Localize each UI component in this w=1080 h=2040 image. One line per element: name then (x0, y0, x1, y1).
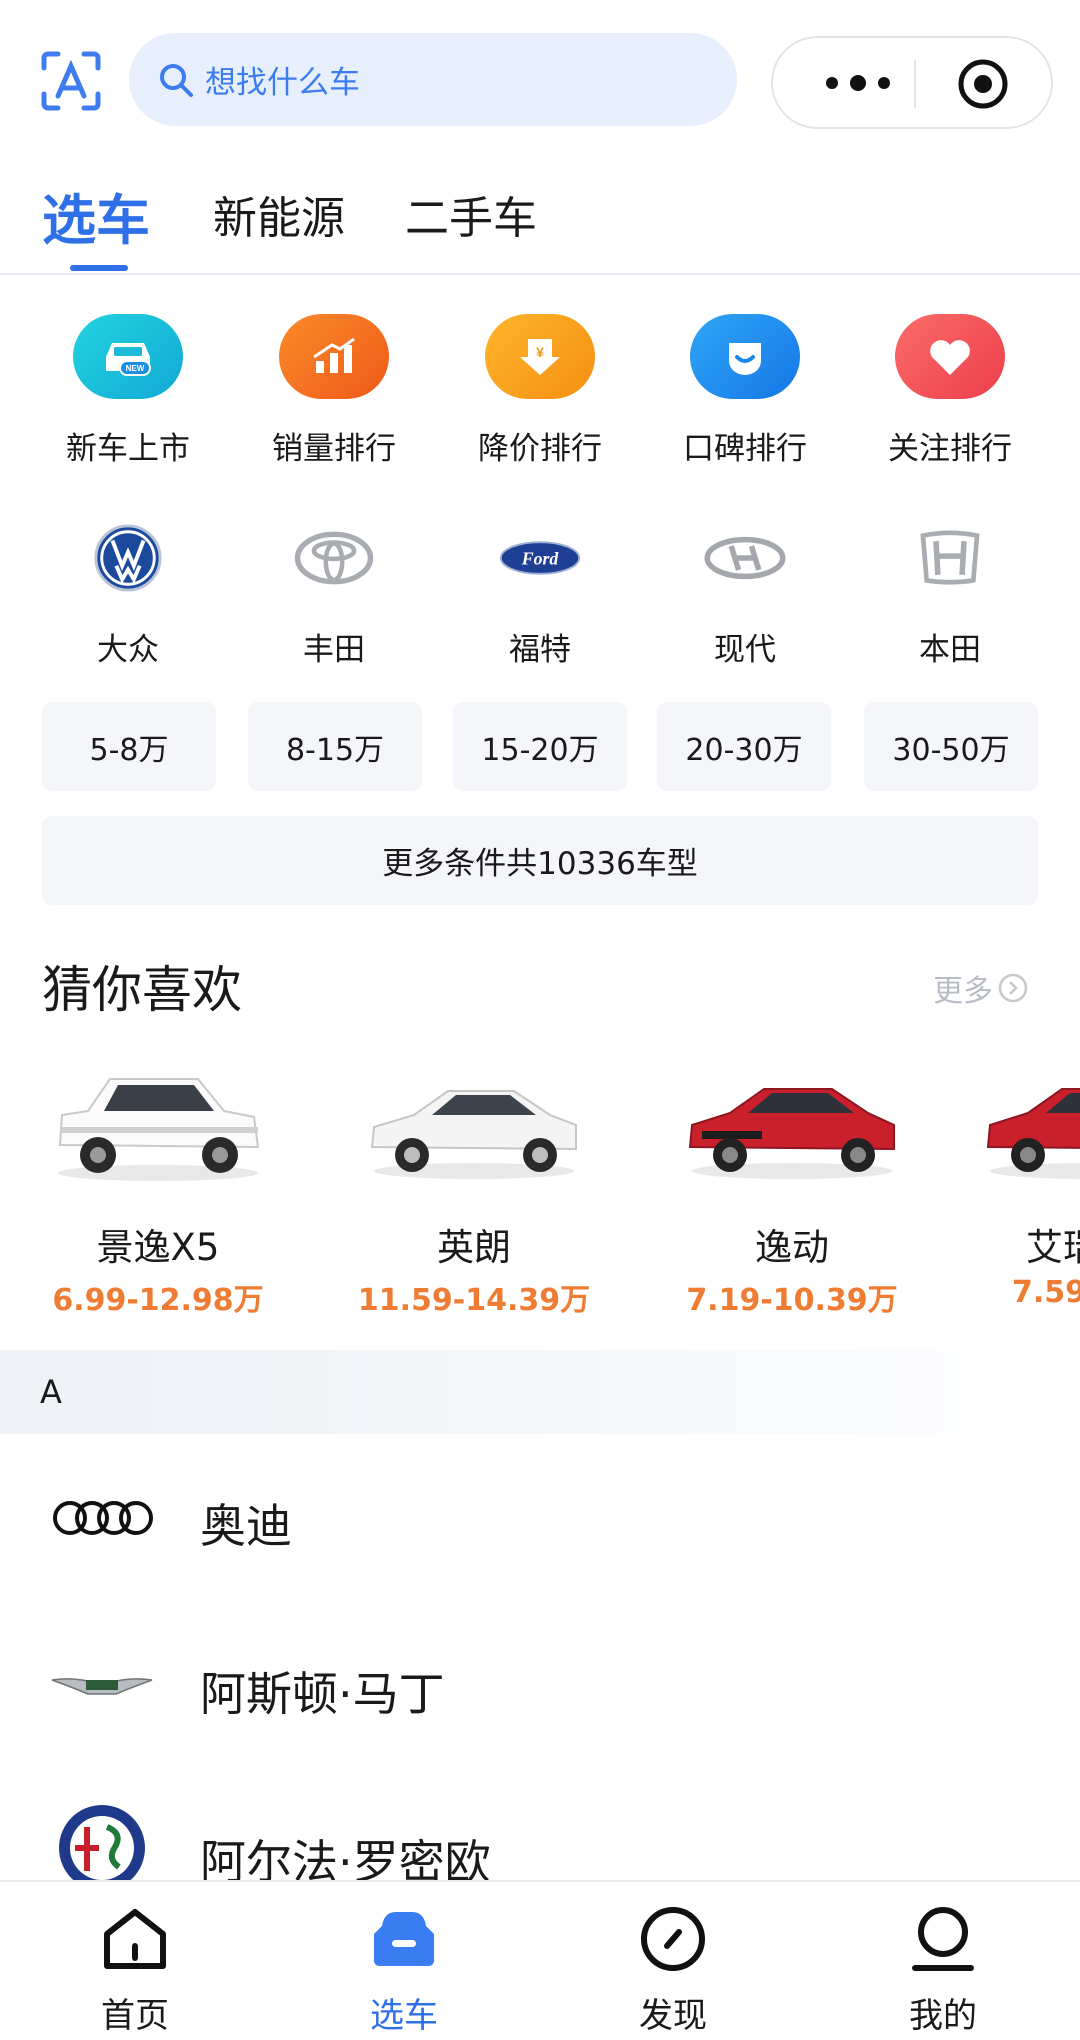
reputation-icon (690, 314, 800, 399)
brand-label: 现代 (714, 632, 776, 668)
brand-honda[interactable]: 本田 (850, 518, 1050, 669)
price-chip[interactable]: 30-50万 (864, 702, 1038, 791)
tab-new-energy[interactable]: 新能源 (213, 182, 345, 246)
price-chip[interactable]: 8-15万 (248, 702, 422, 791)
new-car-icon: NEW (73, 314, 183, 399)
heart-icon (895, 314, 1005, 399)
nav-home[interactable]: 首页 (60, 1904, 210, 2037)
compass-icon (641, 1907, 705, 1971)
quick-entry-price-drop[interactable]: ¥ 降价排行 (440, 314, 640, 468)
car-card[interactable]: 景逸X5 6.99-12.98万 (28, 1055, 288, 1319)
price-chip[interactable]: 20-30万 (657, 702, 831, 791)
car-select-icon (374, 1912, 434, 1966)
quick-entry-new-car[interactable]: NEW 新车上市 (28, 314, 228, 468)
brand-label: 大众 (97, 632, 159, 668)
car-name: 逸动 (755, 1226, 829, 1269)
svg-text:Ford: Ford (521, 549, 560, 569)
car-card[interactable]: 艾瑞 7.59- (980, 1055, 1080, 1310)
brand-name: 奥迪 (200, 1499, 292, 1553)
quick-entry-label: 新车上市 (66, 431, 190, 467)
scan-icon[interactable] (40, 50, 102, 112)
category-tabs: 选车 新能源 二手车 (0, 160, 1080, 275)
top-bar: 想找什么车 (0, 0, 1080, 160)
search-icon (160, 63, 193, 97)
car-name: 景逸X5 (96, 1226, 220, 1269)
svg-text:NEW: NEW (126, 364, 145, 373)
car-card[interactable]: 英朗 11.59-14.39万 (344, 1055, 604, 1319)
brand-list-item[interactable]: 阿尔法·罗密欧 (0, 1770, 1080, 1880)
price-chip[interactable]: 5-8万 (42, 702, 216, 791)
profile-icon (912, 1907, 974, 1971)
quick-entry-label: 降价排行 (478, 431, 602, 467)
car-name: 英朗 (437, 1226, 511, 1269)
tab-active-indicator (70, 265, 128, 271)
car-card[interactable]: 逸动 7.19-10.39万 (662, 1055, 922, 1319)
honda-logo (895, 518, 1005, 598)
quick-entry-label: 口碑排行 (683, 431, 807, 467)
nav-select-car[interactable]: 选车 (329, 1904, 479, 2037)
search-placeholder: 想找什么车 (205, 65, 360, 101)
car-image (58, 1078, 260, 1181)
mini-program-capsule (771, 36, 1053, 129)
brand-volkswagen[interactable]: 大众 (28, 518, 228, 669)
toyota-logo (279, 518, 389, 598)
aston-martin-logo (50, 1646, 154, 1726)
svg-text:¥: ¥ (536, 344, 544, 360)
brand-ford[interactable]: Ford 福特 (440, 518, 640, 669)
bottom-navigation: 首页 选车 发现 我的 (0, 1880, 1080, 2040)
tab-select-car[interactable]: 选车 (42, 176, 150, 255)
car-price: 7.19-10.39万 (686, 1283, 898, 1318)
nav-profile[interactable]: 我的 (868, 1904, 1018, 2037)
close-program-icon[interactable] (957, 58, 1009, 110)
brand-label: 福特 (509, 632, 571, 668)
brand-hyundai[interactable]: 现代 (645, 518, 845, 669)
section-title: 猜你喜欢 (42, 961, 242, 1019)
tab-used-car[interactable]: 二手车 (405, 182, 537, 246)
car-image (370, 1090, 577, 1179)
car-name: 艾瑞 (1026, 1226, 1080, 1269)
nav-discover[interactable]: 发现 (598, 1904, 748, 2037)
quick-entry-follow-rank[interactable]: 关注排行 (850, 314, 1050, 468)
quick-entry-sales-rank[interactable]: 销量排行 (234, 314, 434, 468)
price-chip[interactable]: 15-20万 (453, 702, 627, 791)
more-link[interactable]: 更多 (933, 966, 1029, 1010)
brand-list-item[interactable]: 阿斯顿·马丁 (0, 1602, 1080, 1770)
brand-label: 本田 (919, 632, 981, 668)
car-price: 11.59-14.39万 (357, 1283, 591, 1318)
quick-entry-label: 关注排行 (888, 431, 1012, 467)
nav-label: 我的 (909, 1996, 977, 2036)
nav-label: 首页 (101, 1996, 169, 2036)
brand-label: 丰田 (303, 632, 365, 668)
brand-name: 阿尔法·罗密欧 (200, 1835, 491, 1880)
audi-logo (50, 1478, 154, 1558)
home-icon (104, 1909, 166, 1969)
quick-entry-label: 销量排行 (272, 431, 396, 467)
alfa-romeo-logo (50, 1805, 154, 1880)
ford-logo: Ford (485, 518, 595, 598)
search-input[interactable]: 想找什么车 (129, 33, 737, 126)
more-conditions-button[interactable]: 更多条件共10336车型 (42, 816, 1038, 905)
chevron-right-circle-icon (998, 973, 1028, 1003)
brand-toyota[interactable]: 丰田 (234, 518, 434, 669)
brand-name: 阿斯顿·马丁 (200, 1667, 445, 1721)
hyundai-logo (690, 518, 800, 598)
capsule-divider (914, 60, 916, 108)
car-price: 6.99-12.98万 (52, 1283, 264, 1318)
quick-entry-reputation[interactable]: 口碑排行 (645, 314, 845, 468)
brand-list-item[interactable]: 奥迪 (0, 1434, 1080, 1602)
more-label: 更多 (933, 974, 993, 1009)
letter-index-header: A (0, 1350, 1080, 1434)
car-image (688, 1088, 895, 1179)
nav-label: 发现 (639, 1996, 707, 2036)
car-image (986, 1088, 1080, 1179)
sales-chart-icon (279, 314, 389, 399)
more-menu-icon[interactable] (813, 68, 903, 98)
price-down-icon: ¥ (485, 314, 595, 399)
nav-label: 选车 (370, 1996, 438, 2036)
car-price: 7.59- (1012, 1275, 1080, 1310)
volkswagen-logo (73, 518, 183, 598)
